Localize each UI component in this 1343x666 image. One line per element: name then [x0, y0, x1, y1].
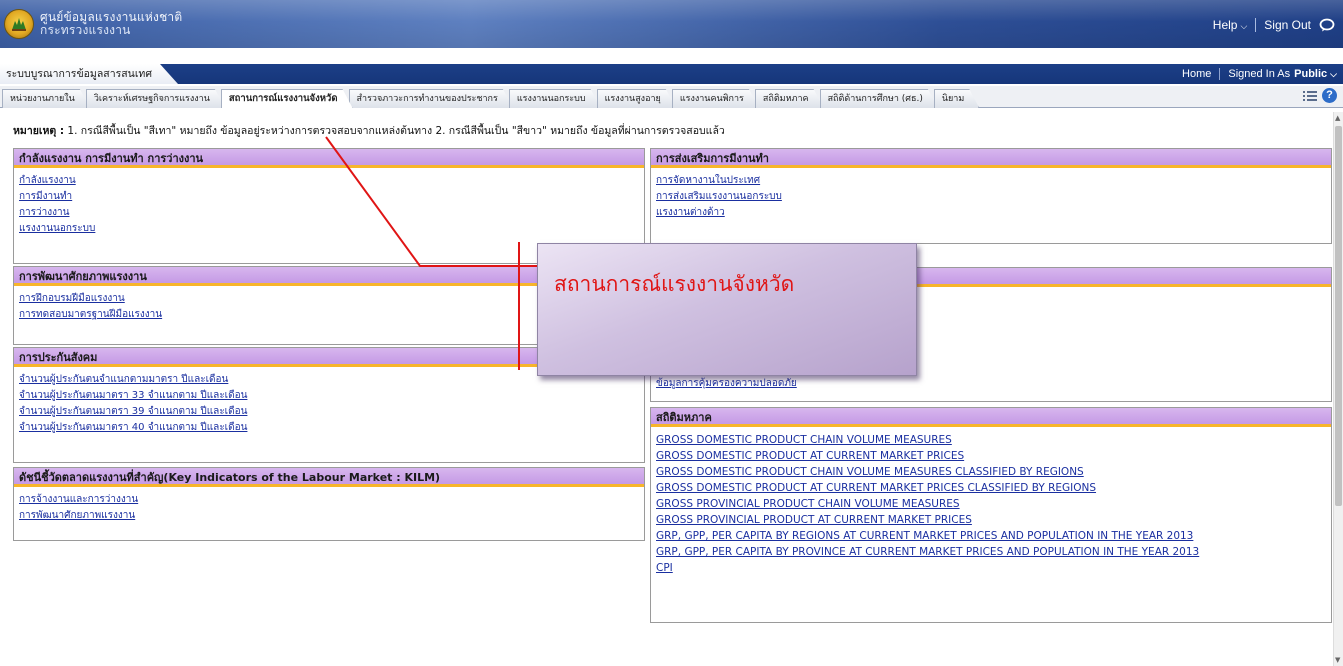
header-background: [0, 0, 1343, 48]
divider: [1255, 18, 1257, 32]
section-links: จำนวนผู้ประกันตนจำแนกตามมาตรา ปีและเดือน…: [14, 367, 644, 438]
tab-bar: หน่วยงานภายใน วิเคราะห์เศรษฐกิจการแรงงาน…: [0, 86, 1343, 108]
callout-box: สถานการณ์แรงงานจังหวัด: [537, 243, 917, 376]
ministry-seal-icon: [4, 9, 34, 39]
help-label: Help: [1212, 18, 1238, 32]
logo-text: ศูนย์ข้อมูลแรงงานแห่งชาติ กระทรวงแรงงาน: [40, 11, 182, 37]
tab-labor-economics[interactable]: วิเคราะห์เศรษฐกิจการแรงงาน: [86, 89, 225, 108]
link-informal-labor[interactable]: แรงงานนอกระบบ: [19, 221, 639, 237]
system-bar-actions: Home Signed In As Public ⌵: [1182, 64, 1337, 84]
link-unemployment[interactable]: การว่างงาน: [19, 205, 639, 221]
dashboard-content: หมายเหตุ : 1. กรณีสีพื้นเป็น "สีเทา" หมา…: [0, 112, 1333, 666]
link-employment[interactable]: การมีงานทำ: [19, 189, 639, 205]
system-bar: ระบบบูรณาการข้อมูลสารสนเทศ Home Signed I…: [0, 64, 1343, 84]
link-gpp-chain-volume[interactable]: GROSS PROVINCIAL PRODUCT CHAIN VOLUME ME…: [656, 496, 1326, 512]
section-macro-statistics: สถิติมหภาค GROSS DOMESTIC PRODUCT CHAIN …: [650, 407, 1332, 623]
logo-subtitle: กระทรวงแรงงาน: [40, 23, 131, 37]
section-employment-promotion: การส่งเสริมการมีงานทำ การจัดหางานในประเท…: [650, 148, 1332, 244]
link-gpp-current-prices[interactable]: GROSS PROVINCIAL PRODUCT AT CURRENT MARK…: [656, 512, 1326, 528]
link-gdp-chain-volume[interactable]: GROSS DOMESTIC PRODUCT CHAIN VOLUME MEAS…: [656, 432, 1326, 448]
link-insured-section-39[interactable]: จำนวนผู้ประกันตนมาตรา 39 จำแนกตาม ปีและเ…: [19, 404, 639, 420]
data-note: หมายเหตุ : 1. กรณีสีพื้นเป็น "สีเทา" หมา…: [13, 122, 725, 139]
home-link[interactable]: Home: [1182, 64, 1211, 84]
link-kilm-employment[interactable]: การจ้างงานและการว่างงาน: [19, 492, 639, 508]
section-title: การส่งเสริมการมีงานทำ: [651, 149, 1331, 168]
divider: [1219, 68, 1221, 80]
app-header: ศูนย์ข้อมูลแรงงานแห่งชาติ กระทรวงแรงงาน …: [0, 0, 1343, 48]
link-insured-section-33[interactable]: จำนวนผู้ประกันตนมาตรา 33 จำแนกตาม ปีและเ…: [19, 388, 639, 404]
note-label: หมายเหตุ :: [13, 125, 65, 137]
link-gdp-current-prices-regions[interactable]: GROSS DOMESTIC PRODUCT AT CURRENT MARKET…: [656, 480, 1326, 496]
help-menu[interactable]: Help ⌵: [1213, 18, 1248, 32]
scroll-up-icon[interactable]: ▲: [1335, 114, 1340, 122]
user-menu[interactable]: Public ⌵: [1294, 64, 1337, 84]
user-name: Public: [1294, 68, 1328, 80]
tab-definitions[interactable]: นิยาม: [934, 89, 979, 108]
section-kilm: ดัชนีชี้วัดตลาดแรงงานที่สำคัญ(Key Indica…: [13, 467, 645, 541]
tab-informal-labor[interactable]: แรงงานนอกระบบ: [509, 89, 601, 108]
note-text: 1. กรณีสีพื้นเป็น "สีเทา" หมายถึง ข้อมูล…: [64, 125, 725, 137]
tab-labor-force-survey[interactable]: สำรวจภาวะการทำงานของประชากร: [349, 89, 513, 108]
help-icon[interactable]: ?: [1322, 88, 1337, 103]
sign-out-link[interactable]: Sign Out: [1264, 18, 1311, 32]
chevron-down-icon: ⌵: [1330, 69, 1337, 79]
link-cpi[interactable]: CPI: [656, 560, 1326, 576]
page-options-icon[interactable]: [1302, 89, 1318, 103]
chevron-down-icon: ⌵: [1240, 21, 1248, 31]
tab-internal-units[interactable]: หน่วยงานภายใน: [2, 89, 90, 108]
link-gdp-current-prices[interactable]: GROSS DOMESTIC PRODUCT AT CURRENT MARKET…: [656, 448, 1326, 464]
section-links: การจ้างงานและการว่างงาน การพัฒนาศักยภาพแ…: [14, 487, 644, 526]
link-grp-per-capita-regions[interactable]: GRP, GPP, PER CAPITA BY REGIONS AT CURRE…: [656, 528, 1326, 544]
link-safety-protection[interactable]: ข้อมูลการคุ้มครองความปลอดภัย: [656, 376, 1326, 392]
tab-elderly-labor[interactable]: แรงงานสูงอายุ: [597, 89, 676, 108]
chat-bubble-icon[interactable]: [1319, 18, 1335, 32]
tab-macro-statistics[interactable]: สถิติมหภาค: [755, 89, 824, 108]
tab-bar-icons: ?: [1302, 88, 1337, 103]
section-title: กำลังแรงงาน การมีงานทำ การว่างงาน: [14, 149, 644, 168]
link-domestic-job-placement[interactable]: การจัดหางานในประเทศ: [656, 173, 1326, 189]
link-grp-per-capita-province[interactable]: GRP, GPP, PER CAPITA BY PROVINCE AT CURR…: [656, 544, 1326, 560]
link-insured-section-40[interactable]: จำนวนผู้ประกันตนมาตรา 40 จำแนกตาม ปีและเ…: [19, 420, 639, 436]
tab-education-statistics[interactable]: สถิติด้านการศึกษา (ศธ.): [820, 89, 938, 108]
vertical-scrollbar[interactable]: ▲ ▼: [1333, 112, 1343, 666]
section-links: GROSS DOMESTIC PRODUCT CHAIN VOLUME MEAS…: [651, 427, 1331, 578]
signed-in-label: Signed In As: [1228, 68, 1291, 80]
section-links: กำลังแรงงาน การมีงานทำ การว่างงาน แรงงาน…: [14, 168, 644, 239]
section-title: สถิติมหภาค: [651, 408, 1331, 427]
link-gdp-chain-volume-regions[interactable]: GROSS DOMESTIC PRODUCT CHAIN VOLUME MEAS…: [656, 464, 1326, 480]
scroll-thumb[interactable]: [1335, 126, 1342, 506]
section-links: การจัดหางานในประเทศ การส่งเสริมแรงงานนอก…: [651, 168, 1331, 223]
link-foreign-workers[interactable]: แรงงานต่างด้าว: [656, 205, 1326, 221]
section-title: ดัชนีชี้วัดตลาดแรงงานที่สำคัญ(Key Indica…: [14, 468, 644, 487]
callout-text: สถานการณ์แรงงานจังหวัด: [554, 272, 795, 296]
link-kilm-skill-development[interactable]: การพัฒนาศักยภาพแรงงาน: [19, 508, 639, 524]
tab-provincial-labor[interactable]: สถานการณ์แรงงานจังหวัด: [221, 89, 353, 108]
link-informal-labor-promotion[interactable]: การส่งเสริมแรงงานนอกระบบ: [656, 189, 1326, 205]
system-title: ระบบบูรณาการข้อมูลสารสนเทศ: [0, 64, 178, 84]
scroll-down-icon[interactable]: ▼: [1335, 656, 1340, 664]
tab-disabled-labor[interactable]: แรงงานคนพิการ: [672, 89, 759, 108]
dashboard-tabs: หน่วยงานภายใน วิเคราะห์เศรษฐกิจการแรงงาน…: [2, 89, 975, 108]
link-labor-force[interactable]: กำลังแรงงาน: [19, 173, 639, 189]
header-actions: Help ⌵ Sign Out: [1213, 18, 1335, 32]
logo[interactable]: ศูนย์ข้อมูลแรงงานแห่งชาติ กระทรวงแรงงาน: [4, 6, 182, 42]
